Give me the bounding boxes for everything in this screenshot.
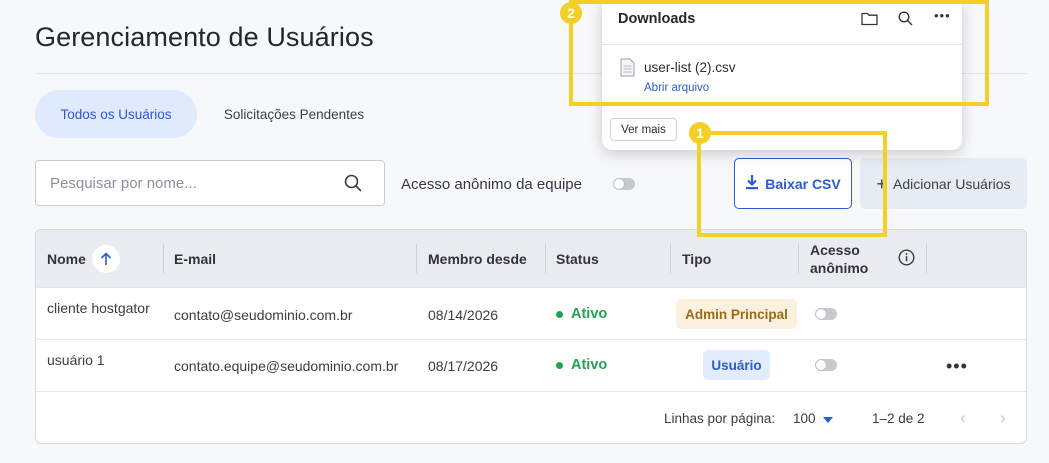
column-divider [798,244,799,273]
table-row: cliente hostgator contato@seudominio.com… [36,287,1026,339]
sort-ascending-icon[interactable] [91,244,120,273]
table-header: Nome E-mail Membro desde Status Tipo Ace… [36,230,1026,287]
column-anonymous-access: Acesso anônimo [810,241,869,276]
user-anonymous-access-toggle[interactable] [815,359,837,371]
highlight-box-2 [569,0,989,106]
column-divider [926,244,927,273]
page-title: Gerenciamento de Usuários [35,22,374,52]
user-member-since: 08/17/2026 [428,358,499,374]
status-badge: Ativo [556,306,607,322]
column-type: Tipo [682,250,712,267]
status-label: Ativo [571,306,608,322]
tab-pending-requests[interactable]: Solicitações Pendentes [206,90,382,138]
status-dot-icon [556,361,563,369]
team-anonymous-access-label: Acesso anônimo da equipe [401,176,582,193]
previous-page-icon[interactable]: ‹ [960,408,966,428]
user-member-since: 08/14/2026 [428,307,499,323]
rows-per-page-value: 100 [793,411,816,426]
table-row: usuário 1 contato.equipe@seudominio.com.… [36,339,1026,391]
team-anonymous-access-toggle[interactable] [613,178,635,190]
users-table: Nome E-mail Membro desde Status Tipo Ace… [35,229,1027,444]
tab-all-users[interactable]: Todos os Usuários [35,90,197,138]
column-divider [670,244,671,273]
column-member-since: Membro desde [428,250,527,267]
type-badge: Admin Principal [676,299,797,329]
step-marker-1: 1 [689,122,711,144]
status-badge: Ativo [556,357,607,373]
search-icon[interactable] [344,174,362,197]
status-label: Ativo [571,357,608,373]
column-status: Status [556,250,599,267]
rows-per-page-select[interactable]: 100 [793,411,833,426]
user-name: usuário 1 [47,352,105,368]
caret-down-icon [822,411,833,426]
type-badge: Usuário [703,350,770,380]
column-name-label: Nome [47,250,86,267]
search-input[interactable] [36,161,326,205]
see-more-button[interactable]: Ver mais [610,118,677,141]
add-users-label: Adicionar Usuários [893,175,1011,192]
search-box [35,160,385,206]
more-options-icon[interactable]: ••• [946,357,968,375]
step-marker-2: 2 [560,2,582,24]
user-email: contato@seudominio.com.br [174,307,353,323]
column-divider [416,244,417,273]
next-page-icon[interactable]: › [1000,408,1006,428]
user-anonymous-access-toggle[interactable] [815,308,837,320]
column-email: E-mail [174,250,217,267]
rows-per-page-label: Linhas por página: [664,411,776,426]
column-name[interactable]: Nome [47,230,120,287]
user-name: cliente hostgator [47,300,150,316]
highlight-box-1 [697,131,887,237]
info-icon[interactable] [898,249,915,271]
column-divider [163,244,164,273]
pagination-range: 1–2 de 2 [872,411,925,426]
column-divider [545,244,546,273]
user-email: contato.equipe@seudominio.com.br [174,358,399,374]
status-dot-icon [556,310,563,318]
pagination: Linhas por página: 100 1–2 de 2 ‹ › [36,391,1026,443]
